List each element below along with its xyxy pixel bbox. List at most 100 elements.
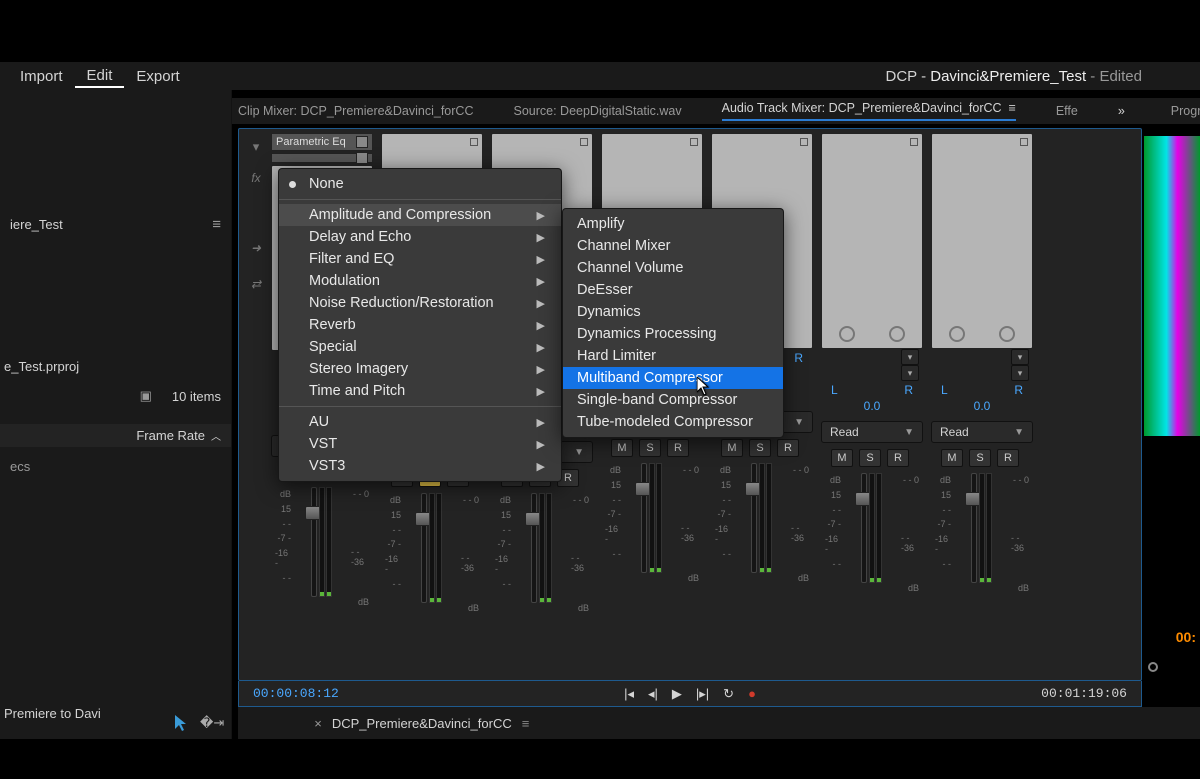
- volume-fader[interactable]: [751, 463, 757, 573]
- bin-item-label[interactable]: Premiere to Davi: [4, 706, 101, 721]
- tab-audio-track-mixer[interactable]: Audio Track Mixer: DCP_Premiere&Davinci_…: [722, 101, 1016, 121]
- dropdown-icon[interactable]: [356, 152, 368, 164]
- menu-item-effect[interactable]: Channel Volume: [563, 257, 783, 279]
- record-arm-button[interactable]: R: [997, 449, 1019, 467]
- menu-item-category[interactable]: Time and Pitch▶: [279, 380, 561, 402]
- menu-item-category[interactable]: Amplitude and Compression▶: [279, 204, 561, 226]
- play-icon[interactable]: ▶: [672, 686, 682, 702]
- menu-item-category[interactable]: Stereo Imagery▶: [279, 358, 561, 380]
- fx-category-menu: None Amplitude and Compression▶Delay and …: [278, 168, 562, 482]
- menu-item-category[interactable]: Reverb▶: [279, 314, 561, 336]
- send-slot-chevron[interactable]: ▾: [1011, 365, 1029, 381]
- tab-source[interactable]: Source: DeepDigitalStatic.wav: [513, 104, 681, 118]
- menu-item-effect[interactable]: Multiband Compressor: [563, 367, 783, 389]
- menu-item-category[interactable]: Modulation▶: [279, 270, 561, 292]
- menu-item-category[interactable]: Noise Reduction/Restoration▶: [279, 292, 561, 314]
- fx-slot[interactable]: [931, 133, 1033, 349]
- slot-handle-icon[interactable]: [910, 138, 918, 146]
- volume-fader[interactable]: [971, 473, 977, 583]
- go-to-in-icon[interactable]: |◂: [624, 686, 634, 702]
- menu-item-label: VST3: [309, 458, 345, 474]
- sequence-menu-icon[interactable]: ≡: [522, 716, 530, 731]
- panel-menu-icon[interactable]: ≡: [212, 216, 221, 233]
- slot-handle-icon[interactable]: [580, 138, 588, 146]
- record-arm-button[interactable]: R: [667, 439, 689, 457]
- menu-import[interactable]: Import: [8, 66, 75, 87]
- slot-handle-icon[interactable]: [800, 138, 808, 146]
- solo-button[interactable]: S: [749, 439, 771, 457]
- volume-fader[interactable]: [421, 493, 427, 603]
- tab-effects[interactable]: Effe: [1056, 104, 1078, 118]
- solo-button[interactable]: S: [859, 449, 881, 467]
- tab-clip-mixer[interactable]: Clip Mixer: DCP_Premiere&Davinci_forCC: [238, 104, 473, 118]
- fx-insert-dropdown-2[interactable]: [271, 153, 373, 163]
- folder-icon[interactable]: ▣: [140, 388, 152, 404]
- menu-item-category[interactable]: Special▶: [279, 336, 561, 358]
- menu-item-effect[interactable]: Dynamics Processing: [563, 323, 783, 345]
- volume-fader[interactable]: [531, 493, 537, 603]
- mute-button[interactable]: M: [941, 449, 963, 467]
- fader-area: dB15- --7 --16 -- -- - 0- - -36: [271, 487, 373, 597]
- pan-value[interactable]: 0.0: [821, 399, 923, 413]
- sequence-tab[interactable]: × DCP_Premiere&Davinci_forCC ≡: [314, 716, 529, 731]
- mute-button[interactable]: M: [831, 449, 853, 467]
- step-forward-icon[interactable]: |▸|: [696, 686, 709, 702]
- send-slot-chevron[interactable]: ▾: [901, 365, 919, 381]
- playhead-dot-icon[interactable]: [1148, 662, 1158, 672]
- solo-button[interactable]: S: [969, 449, 991, 467]
- timecode-in[interactable]: 00:00:08:12: [253, 686, 339, 701]
- chevron-down-icon: ▼: [1014, 427, 1024, 438]
- menu-item-effect[interactable]: Amplify: [563, 213, 783, 235]
- pan-left-label: L: [941, 383, 948, 397]
- pan-knob[interactable]: [949, 326, 965, 342]
- fx-insert-dropdown[interactable]: Parametric Eq: [271, 133, 373, 151]
- pan-knob[interactable]: [999, 326, 1015, 342]
- menu-item-effect[interactable]: Single-band Compressor: [563, 389, 783, 411]
- fx-slot[interactable]: [821, 133, 923, 349]
- send-slot-chevron[interactable]: ▾: [901, 349, 919, 365]
- slot-handle-icon[interactable]: [1020, 138, 1028, 146]
- pan-knob[interactable]: [839, 326, 855, 342]
- volume-fader[interactable]: [861, 473, 867, 583]
- menu-item-effect[interactable]: Hard Limiter: [563, 345, 783, 367]
- tab-program[interactable]: Progr: [1171, 104, 1200, 118]
- collapse-icon[interactable]: ▾: [253, 139, 260, 155]
- menu-item-plugin-format[interactable]: VST▶: [279, 433, 561, 455]
- close-sequence-icon[interactable]: ×: [314, 716, 322, 731]
- slot-handle-icon[interactable]: [470, 138, 478, 146]
- record-arm-button[interactable]: R: [887, 449, 909, 467]
- ripple-tool-icon[interactable]: �⇥: [200, 715, 224, 731]
- menu-item-plugin-format[interactable]: VST3▶: [279, 455, 561, 477]
- menu-export[interactable]: Export: [124, 66, 191, 87]
- tab-overflow-icon[interactable]: »: [1118, 104, 1125, 118]
- automation-mode-dropdown[interactable]: Read▼: [931, 421, 1033, 443]
- menu-item-effect[interactable]: Dynamics: [563, 301, 783, 323]
- slot-handle-icon[interactable]: [690, 138, 698, 146]
- menu-item-effect[interactable]: Channel Mixer: [563, 235, 783, 257]
- pan-knob[interactable]: [889, 326, 905, 342]
- selection-tool-icon[interactable]: [174, 714, 188, 732]
- pan-value[interactable]: 0.0: [931, 399, 1033, 413]
- menu-item-effect[interactable]: Tube-modeled Compressor: [563, 411, 783, 433]
- menu-item-plugin-format[interactable]: AU▶: [279, 411, 561, 433]
- record-icon[interactable]: ●: [748, 686, 756, 701]
- dropdown-icon[interactable]: [356, 136, 368, 148]
- program-scrubber[interactable]: [1148, 659, 1196, 675]
- menu-item-category[interactable]: Filter and EQ▶: [279, 248, 561, 270]
- sort-icon[interactable]: ︿: [211, 428, 221, 443]
- step-back-icon[interactable]: ◂|: [648, 686, 658, 702]
- send-slot-chevron[interactable]: ▾: [1011, 349, 1029, 365]
- menu-edit[interactable]: Edit: [75, 65, 125, 88]
- mute-button[interactable]: M: [611, 439, 633, 457]
- loop-icon[interactable]: ↻: [723, 686, 734, 702]
- solo-button[interactable]: S: [639, 439, 661, 457]
- menu-item-effect[interactable]: DeEsser: [563, 279, 783, 301]
- mute-button[interactable]: M: [721, 439, 743, 457]
- record-arm-button[interactable]: R: [777, 439, 799, 457]
- volume-fader[interactable]: [641, 463, 647, 573]
- menu-item-none[interactable]: None: [279, 173, 561, 195]
- menu-item-category[interactable]: Delay and Echo▶: [279, 226, 561, 248]
- automation-mode-dropdown[interactable]: Read▼: [821, 421, 923, 443]
- frame-rate-header[interactable]: Frame Rate: [136, 428, 205, 443]
- volume-fader[interactable]: [311, 487, 317, 597]
